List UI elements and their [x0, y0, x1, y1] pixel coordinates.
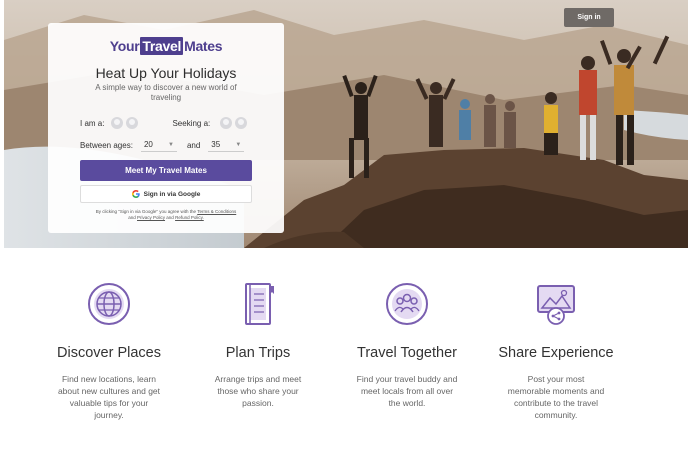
- signup-card: Your Travel Mates Heat Up Your Holidays …: [48, 23, 284, 233]
- seeking-female-option-icon[interactable]: [235, 117, 248, 129]
- logo-text-travel: Travel: [140, 37, 184, 55]
- legal-notice: By clicking "Sign in via Google" you agr…: [60, 209, 272, 221]
- feature-title: Plan Trips: [225, 345, 291, 361]
- logo-text-your: Your: [109, 38, 140, 54]
- chevron-down-icon: ▼: [167, 141, 174, 148]
- age-from-select[interactable]: 20 ▼: [140, 138, 177, 152]
- notebook-icon: [245, 283, 274, 325]
- legal-text: By clicking "Sign in via Google" you agr…: [95, 209, 197, 214]
- age-from-value: 20: [143, 140, 153, 149]
- group-icon: [386, 283, 428, 325]
- between-ages-label: Between ages:: [80, 140, 133, 150]
- feature-title: Travel Together: [357, 345, 457, 361]
- feature-description: Find your travel buddy and meet locals f…: [356, 374, 458, 408]
- meet-travel-mates-button[interactable]: Meet My Travel Mates: [80, 160, 252, 181]
- feature-travel-together: Travel Together Find your travel buddy a…: [343, 282, 471, 409]
- age-to-value: 35: [211, 140, 221, 149]
- feature-share: Share Experience Post your most memorabl…: [489, 282, 623, 421]
- feature-title: Discover Places: [57, 345, 161, 361]
- and-label: and: [186, 140, 201, 150]
- feature-description: Arrange trips and meet those who share y…: [214, 374, 302, 408]
- google-signin-label: Sign in via Google: [143, 190, 201, 198]
- male-option-icon[interactable]: [111, 117, 124, 129]
- google-icon: [131, 190, 140, 198]
- chevron-down-icon: ▼: [235, 141, 242, 148]
- landing-page: Sign in Your Travel Mates Heat Up Your H…: [0, 0, 692, 456]
- legal-and-text: and: [128, 215, 136, 220]
- i-am-label: I am a:: [80, 118, 105, 128]
- female-option-icon[interactable]: [126, 117, 139, 129]
- refund-link[interactable]: Refund Policy.: [175, 215, 204, 220]
- globe-icon: [88, 283, 130, 325]
- age-row: Between ages: 20 ▼ and 35 ▼: [60, 138, 272, 152]
- feature-description: Post your most memorable moments and con…: [507, 374, 605, 420]
- legal-and-text-2: and: [166, 215, 174, 220]
- google-signin-button[interactable]: Sign in via Google: [80, 185, 252, 203]
- gender-row: I am a: Seeking a:: [60, 117, 272, 129]
- feature-plan: Plan Trips Arrange trips and meet those …: [200, 282, 316, 409]
- privacy-link[interactable]: Privacy Policy: [137, 215, 165, 220]
- sign-in-button[interactable]: Sign in: [564, 8, 614, 27]
- seeking-male-option-icon[interactable]: [220, 117, 233, 129]
- feature-title: Share Experience: [498, 345, 614, 361]
- logo-text-mates: Mates: [184, 38, 223, 54]
- feature-discover: Discover Places Find new locations, lear…: [45, 282, 173, 421]
- terms-link[interactable]: Terms & Conditions: [197, 209, 236, 214]
- subheadline: A simple way to discover a new world of …: [95, 83, 237, 102]
- share-photo-icon: [537, 285, 575, 325]
- feature-description: Find new locations, learn about new cult…: [57, 374, 161, 420]
- age-to-select[interactable]: 35 ▼: [208, 138, 245, 152]
- seeking-label: Seeking a:: [172, 118, 211, 128]
- brand-logo[interactable]: Your Travel Mates: [60, 37, 272, 55]
- headline: Heat Up Your Holidays: [95, 65, 237, 81]
